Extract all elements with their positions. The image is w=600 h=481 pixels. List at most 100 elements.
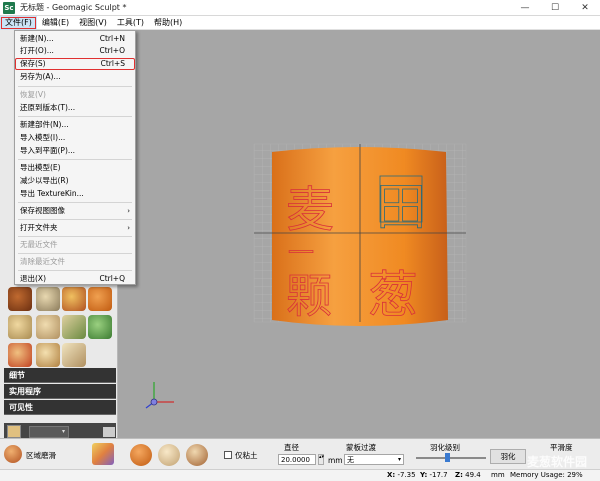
app-icon[interactable]: Sc (3, 1, 15, 14)
menu-item-open[interactable]: 打开(O)... Ctrl+O (15, 45, 135, 57)
mask-transition-value: 无 (347, 456, 354, 464)
menu-separator (18, 219, 132, 220)
menu-item-label: 减少以导出(R) (20, 176, 69, 185)
menu-item-label: 另存为(A)... (20, 72, 61, 81)
settings-icon[interactable] (7, 425, 21, 438)
menu-tools[interactable]: 工具(T) (112, 16, 149, 30)
panel-menu-icon[interactable] (103, 426, 115, 437)
menu-item-label: 保存视图图像 (20, 206, 65, 215)
emboss-tool-icon[interactable] (88, 315, 112, 339)
menu-item-label: 新建部件(N)... (20, 120, 69, 129)
sculpt-tool-icon[interactable] (8, 287, 32, 311)
menu-separator (18, 270, 132, 271)
carve-tool-icon[interactable] (8, 343, 32, 367)
diameter-label: 直径 (284, 443, 299, 452)
shape-tool-icon[interactable] (62, 343, 86, 367)
feather-slider-handle[interactable] (445, 453, 450, 462)
area-smooth-icon[interactable] (4, 445, 22, 463)
watermark: 麦葱软件园 (527, 455, 588, 469)
menu-item-shortcut: Ctrl+N (99, 34, 125, 43)
coord-unit: mm (491, 471, 505, 479)
menu-separator (18, 116, 132, 117)
memory-usage: Memory Usage: 29% (510, 471, 583, 479)
inflate-tool-icon[interactable] (36, 343, 60, 367)
model-char-yi: 一 (288, 239, 314, 269)
menu-help[interactable]: 帮助(H) (149, 16, 187, 30)
menu-separator (18, 253, 132, 254)
push-tool-icon[interactable] (62, 287, 86, 311)
minimize-button[interactable]: — (510, 0, 540, 16)
menu-item-shortcut: Ctrl+O (99, 46, 125, 55)
diameter-stepper[interactable]: ▴▾ (318, 454, 324, 465)
menu-item-shortcut: Ctrl+Q (99, 274, 125, 283)
mask-transition-label: 蒙板过渡 (346, 443, 376, 452)
menu-item-shortcut: Ctrl+S (100, 59, 125, 68)
menu-item-label: 导出 TextureKin... (20, 189, 84, 198)
menu-item-label: 新建(N)... (20, 34, 54, 43)
menu-file[interactable]: 文件(F) (0, 15, 37, 30)
menu-item-label: 导入到平面(P)... (20, 146, 76, 155)
menu-item-label: 退出(X) (20, 274, 46, 283)
menu-item-new-part[interactable]: 新建部件(N)... (15, 119, 135, 131)
menu-item-export-model[interactable]: 导出模型(E) (15, 162, 135, 174)
menu-item-new[interactable]: 新建(N)... Ctrl+N (15, 33, 135, 45)
smoothness-label: 平滑度 (550, 443, 573, 452)
menu-item-save[interactable]: 保存(S) Ctrl+S (15, 58, 135, 70)
section-visibility[interactable]: 可见性 (4, 400, 116, 415)
diameter-input[interactable]: 20.0000 (278, 454, 316, 465)
stamp-tool-icon[interactable] (36, 287, 60, 311)
curve-tool-icon[interactable] (62, 315, 86, 339)
menu-item-revert: 恢复(V) (15, 89, 135, 101)
3d-viewport[interactable]: 麦 田 一 葱 颗 (118, 30, 600, 438)
mask-transition-select[interactable]: 无 ▾ (344, 454, 404, 465)
y-coord: Y: -17.7 (420, 471, 448, 479)
status-bar: X: -7.35 Y: -17.7 Z: 49.4 mm Memory Usag… (0, 469, 600, 481)
smudge-tool-icon[interactable] (88, 287, 112, 311)
texture-sphere-icon[interactable] (186, 444, 208, 466)
clay-sphere-icon[interactable] (130, 444, 152, 466)
diameter-unit: mm (328, 456, 343, 465)
window-controls: — ☐ ✕ (510, 0, 600, 16)
stick-only-label: 仅粘土 (235, 451, 258, 460)
stick-only-checkbox[interactable] (224, 451, 232, 459)
brush-icon[interactable] (92, 443, 114, 465)
axis-triad-icon (145, 382, 174, 409)
menu-item-exit[interactable]: 退出(X) Ctrl+Q (15, 273, 135, 285)
z-coord: Z: 49.4 (455, 471, 481, 479)
menu-item-label: 打开(O)... (20, 46, 54, 55)
menu-item-label: 保存(S) (20, 59, 46, 68)
menu-item-import-plane[interactable]: 导入到平面(P)... (15, 145, 135, 157)
menu-item-open-folder[interactable]: 打开文件夹 › (15, 222, 135, 234)
feather-button[interactable]: 羽化 (490, 449, 526, 464)
menu-item-restore-version[interactable]: 还原到版本(T)... (15, 102, 135, 114)
flatten-tool-icon[interactable] (36, 315, 60, 339)
area-smooth-label: 区域磨滑 (26, 451, 56, 460)
menu-view[interactable]: 视图(V) (74, 16, 112, 30)
close-button[interactable]: ✕ (570, 0, 600, 16)
menu-separator (18, 236, 132, 237)
section-utilities[interactable]: 实用程序 (4, 384, 116, 399)
menu-item-label: 打开文件夹 (20, 223, 58, 232)
menu-item-label: 导出模型(E) (20, 163, 61, 172)
viewport-canvas: 麦 田 一 葱 颗 (145, 143, 467, 409)
chevron-down-icon[interactable]: ▾ (29, 425, 69, 438)
menu-item-reduce-export[interactable]: 减少以导出(R) (15, 175, 135, 187)
chevron-right-icon: › (127, 207, 130, 215)
menu-item-import-model[interactable]: 导入模型(I)... (15, 132, 135, 144)
menu-separator (18, 86, 132, 87)
smooth-sphere-icon[interactable] (158, 444, 180, 466)
model-char-mai: 麦 (286, 182, 334, 238)
menu-separator (18, 202, 132, 203)
model-char-tian: 田 (376, 178, 426, 236)
menu-item-export-texturekin[interactable]: 导出 TextureKin... (15, 188, 135, 200)
menu-edit[interactable]: 编辑(E) (37, 16, 74, 30)
section-detail[interactable]: 细节 (4, 368, 116, 383)
smooth-tool-icon[interactable] (8, 315, 32, 339)
menu-item-save-as[interactable]: 另存为(A)... (15, 71, 135, 83)
model-char-ke: 颗 (286, 269, 332, 323)
menu-item-save-view-image[interactable]: 保存视图图像 › (15, 205, 135, 217)
window-title: 无标题 - Geomagic Sculpt * (20, 3, 127, 12)
maximize-button[interactable]: ☐ (540, 0, 570, 16)
x-coord: X: -7.35 (387, 471, 416, 479)
feather-slider[interactable] (416, 457, 486, 459)
